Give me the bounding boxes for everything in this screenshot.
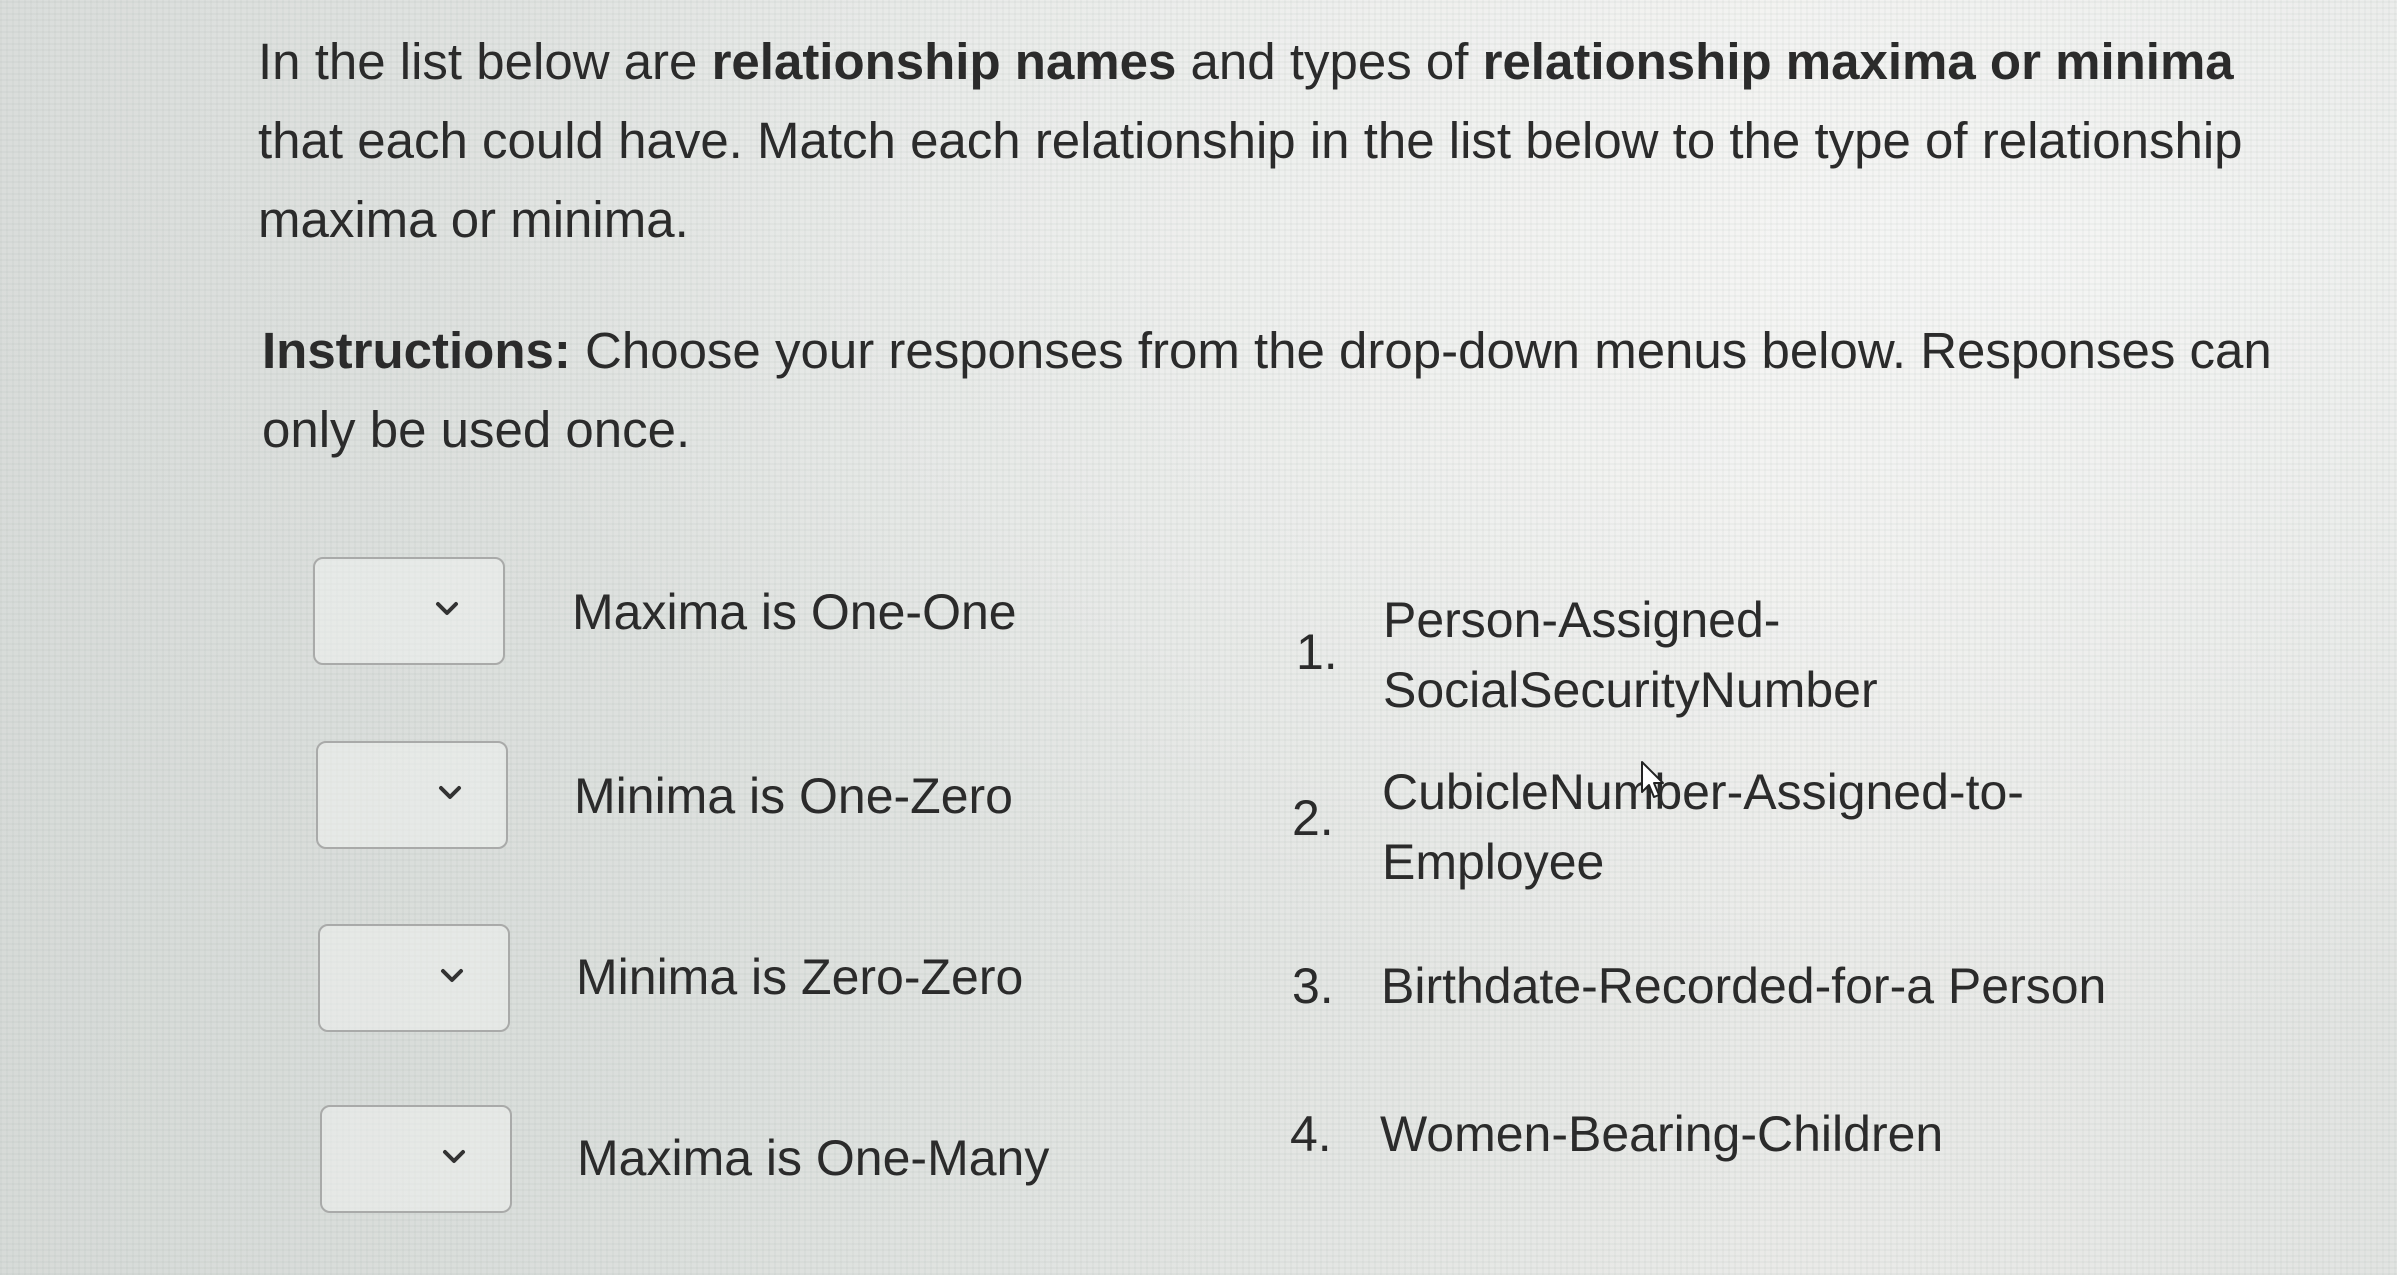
dropdown-maxima-one-one[interactable] xyxy=(313,557,505,665)
chevron-down-icon xyxy=(441,969,463,982)
prompt-bold-relationship-names: relationship names xyxy=(711,33,1177,90)
match-label-4: Maxima is One-Many xyxy=(577,1130,1050,1186)
match-label-3: Minima is Zero-Zero xyxy=(576,949,1024,1005)
prompt-bold-maxima-minima: relationship maxima or minima xyxy=(1482,33,2234,90)
list-number-3: 3. xyxy=(1292,958,1334,1014)
chevron-down-icon xyxy=(443,1150,465,1163)
instructions-label: Instructions: xyxy=(262,322,571,379)
question-prompt: In the list below are relationship names… xyxy=(258,22,2288,259)
prompt-text-1: In the list below are xyxy=(258,33,712,90)
question-page: In the list below are relationship names… xyxy=(0,0,2397,1275)
relationship-item-2: CubicleNumber-Assigned-to-Employee xyxy=(1382,764,2024,890)
list-number-2: 2. xyxy=(1292,790,1334,846)
chevron-down-icon xyxy=(436,602,458,615)
relationship-item-1: Person-Assigned-SocialSecurityNumber xyxy=(1383,592,1878,718)
prompt-text-3: that each could have. Match each relatio… xyxy=(258,112,2243,248)
list-number-1: 1. xyxy=(1296,624,1338,680)
mouse-pointer-icon xyxy=(1641,761,1664,798)
match-label-2: Minima is One-Zero xyxy=(574,768,1013,824)
instructions: Instructions: Choose your responses from… xyxy=(262,311,2292,469)
relationship-item-4: Women-Bearing-Children xyxy=(1380,1106,1944,1162)
dropdown-minima-one-zero[interactable] xyxy=(316,741,508,849)
prompt-text-2: and types of xyxy=(1176,33,1483,90)
relationship-item-3: Birthdate-Recorded-for-a Person xyxy=(1381,958,2107,1014)
match-label-1: Maxima is One-One xyxy=(572,584,1017,640)
list-number-4: 4. xyxy=(1290,1106,1332,1162)
dropdown-minima-zero-zero[interactable] xyxy=(318,924,510,1032)
chevron-down-icon xyxy=(439,786,461,799)
dropdown-maxima-one-many[interactable] xyxy=(320,1105,512,1213)
